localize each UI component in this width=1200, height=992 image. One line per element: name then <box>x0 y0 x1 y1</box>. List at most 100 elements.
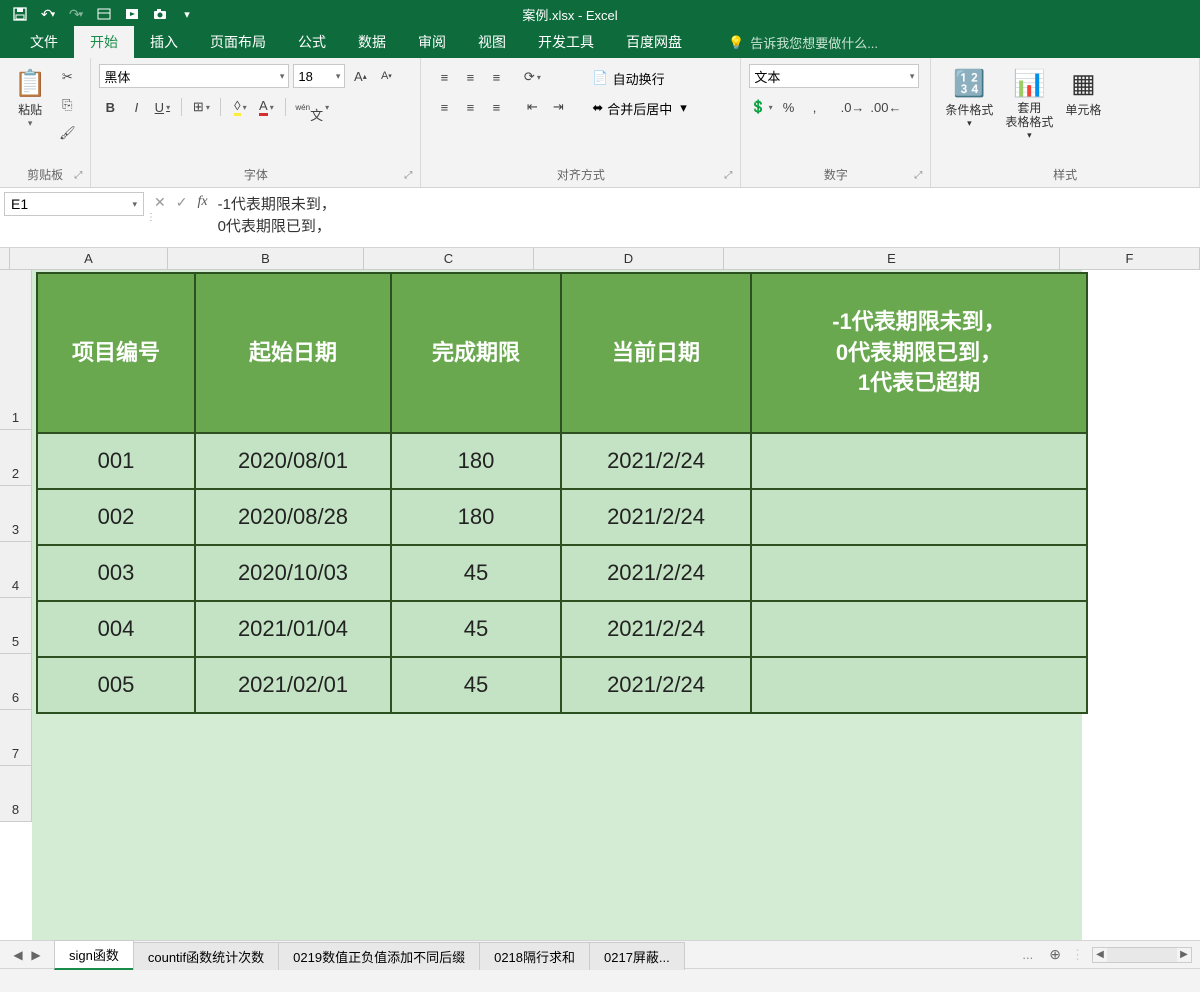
table-cell[interactable] <box>751 601 1087 657</box>
italic-button[interactable]: I <box>125 96 147 118</box>
tab-review[interactable]: 审阅 <box>402 26 462 58</box>
font-name-combo[interactable]: 黑体▾ <box>99 64 289 88</box>
row-header[interactable]: 5 <box>0 598 32 654</box>
table-cell[interactable]: 45 <box>391 545 561 601</box>
horizontal-scrollbar[interactable]: ◀▶ <box>1092 947 1192 963</box>
cell-style-button[interactable]: ▦ 单元格 <box>1059 64 1107 122</box>
table-cell[interactable]: 2021/01/04 <box>195 601 391 657</box>
column-header[interactable]: D <box>534 248 724 270</box>
row-header[interactable]: 8 <box>0 766 32 822</box>
tab-home[interactable]: 开始 <box>74 26 134 58</box>
table-cell[interactable] <box>751 489 1087 545</box>
name-box[interactable]: E1▾ <box>4 192 144 216</box>
paste-button[interactable]: 📋 粘贴 ▾ <box>8 64 52 133</box>
grid-cells[interactable]: 项目编号起始日期完成期限当前日期-1代表期限未到， 0代表期限已到， 1代表已超… <box>32 270 1200 940</box>
increase-decimal-icon[interactable]: .0→ <box>840 96 866 118</box>
tab-formulas[interactable]: 公式 <box>282 26 342 58</box>
increase-indent-icon[interactable]: ⇥ <box>547 96 569 118</box>
table-cell[interactable] <box>751 657 1087 713</box>
fx-icon[interactable]: fx <box>197 194 207 210</box>
tab-layout[interactable]: 页面布局 <box>194 26 282 58</box>
table-cell[interactable]: 180 <box>391 489 561 545</box>
border-icon[interactable]: ⊞▾ <box>190 96 212 118</box>
decrease-indent-icon[interactable]: ⇤ <box>521 96 543 118</box>
decrease-decimal-icon[interactable]: .00← <box>869 96 902 118</box>
table-cell[interactable]: 2021/02/01 <box>195 657 391 713</box>
column-header[interactable]: C <box>364 248 534 270</box>
table-header-cell[interactable]: -1代表期限未到， 0代表期限已到， 1代表已超期 <box>751 273 1087 433</box>
qat-icon-2[interactable] <box>120 3 144 25</box>
table-cell[interactable]: 2021/2/24 <box>561 601 751 657</box>
sheet-tab[interactable]: 0219数值正负值添加不同后缀 <box>278 942 480 970</box>
fill-color-icon[interactable]: ◊▾ <box>229 96 251 118</box>
sheet-nav-prev-icon[interactable]: ◀ <box>10 948 26 962</box>
camera-icon[interactable] <box>148 3 172 25</box>
table-format-button[interactable]: 📊 套用 表格格式▾ <box>999 64 1059 145</box>
table-cell[interactable]: 45 <box>391 601 561 657</box>
row-header[interactable]: 7 <box>0 710 32 766</box>
tab-baidu[interactable]: 百度网盘 <box>610 26 698 58</box>
table-cell[interactable]: 2021/2/24 <box>561 545 751 601</box>
table-cell[interactable]: 2021/2/24 <box>561 657 751 713</box>
font-color-icon[interactable]: A▾ <box>255 96 277 118</box>
column-header[interactable]: F <box>1060 248 1200 270</box>
table-cell[interactable]: 002 <box>37 489 195 545</box>
cancel-icon[interactable]: ✕ <box>154 194 166 211</box>
conditional-format-button[interactable]: 🔢 条件格式▾ <box>939 64 999 133</box>
copy-icon[interactable]: ⎘ <box>56 94 78 116</box>
table-cell[interactable]: 2020/08/28 <box>195 489 391 545</box>
tab-insert[interactable]: 插入 <box>134 26 194 58</box>
tab-data[interactable]: 数据 <box>342 26 402 58</box>
qat-icon-1[interactable] <box>92 3 116 25</box>
align-bottom-icon[interactable]: ≡ <box>485 66 507 88</box>
table-header-cell[interactable]: 项目编号 <box>37 273 195 433</box>
decrease-font-icon[interactable]: A▾ <box>375 65 397 87</box>
align-center-icon[interactable]: ≡ <box>459 96 481 118</box>
cut-icon[interactable]: ✂ <box>56 66 78 88</box>
orientation-icon[interactable]: ⟳▾ <box>521 66 543 88</box>
table-cell[interactable]: 45 <box>391 657 561 713</box>
table-header-cell[interactable]: 当前日期 <box>561 273 751 433</box>
phonetic-icon[interactable]: wén文▾ <box>294 96 330 118</box>
table-cell[interactable] <box>751 433 1087 489</box>
increase-font-icon[interactable]: A▴ <box>349 65 371 87</box>
table-cell[interactable]: 2020/08/01 <box>195 433 391 489</box>
table-header-cell[interactable]: 起始日期 <box>195 273 391 433</box>
table-header-cell[interactable]: 完成期限 <box>391 273 561 433</box>
table-cell[interactable]: 180 <box>391 433 561 489</box>
table-cell[interactable] <box>751 545 1087 601</box>
tab-view[interactable]: 视图 <box>462 26 522 58</box>
row-header[interactable]: 1 <box>0 270 32 430</box>
comma-style-icon[interactable]: , <box>804 96 826 118</box>
save-icon[interactable] <box>8 3 32 25</box>
row-header[interactable]: 6 <box>0 654 32 710</box>
undo-icon[interactable]: ↶▾ <box>36 3 60 25</box>
column-header[interactable]: B <box>168 248 364 270</box>
align-right-icon[interactable]: ≡ <box>485 96 507 118</box>
number-format-combo[interactable]: 文本▾ <box>749 64 919 88</box>
row-header[interactable]: 2 <box>0 430 32 486</box>
tab-developer[interactable]: 开发工具 <box>522 26 610 58</box>
align-middle-icon[interactable]: ≡ <box>459 66 481 88</box>
table-cell[interactable]: 003 <box>37 545 195 601</box>
dialog-launcher-icon[interactable]: ⤢ <box>914 170 922 181</box>
percent-style-icon[interactable]: % <box>778 96 800 118</box>
table-cell[interactable]: 2020/10/03 <box>195 545 391 601</box>
formula-input[interactable]: -1代表期限未到， 0代表期限已到， <box>208 188 1200 247</box>
table-cell[interactable]: 2021/2/24 <box>561 433 751 489</box>
row-header[interactable]: 3 <box>0 486 32 542</box>
qat-customize-icon[interactable]: ▾ <box>176 3 200 25</box>
tell-me-search[interactable]: 💡 告诉我您想要做什么... <box>718 27 888 58</box>
column-header[interactable]: A <box>10 248 168 270</box>
sheet-tab[interactable]: sign函数 <box>54 940 134 970</box>
sheet-nav[interactable]: ◀ ▶ <box>0 948 54 962</box>
accounting-format-icon[interactable]: 💲▾ <box>749 96 773 118</box>
sheet-tab[interactable]: 0217屏蔽... <box>589 942 685 970</box>
table-cell[interactable]: 005 <box>37 657 195 713</box>
format-painter-icon[interactable]: 🖌 <box>56 122 78 144</box>
select-all-corner[interactable] <box>0 248 10 270</box>
dialog-launcher-icon[interactable]: ⤢ <box>404 170 412 181</box>
align-top-icon[interactable]: ≡ <box>433 66 455 88</box>
dialog-launcher-icon[interactable]: ⤢ <box>74 170 82 181</box>
table-cell[interactable]: 2021/2/24 <box>561 489 751 545</box>
